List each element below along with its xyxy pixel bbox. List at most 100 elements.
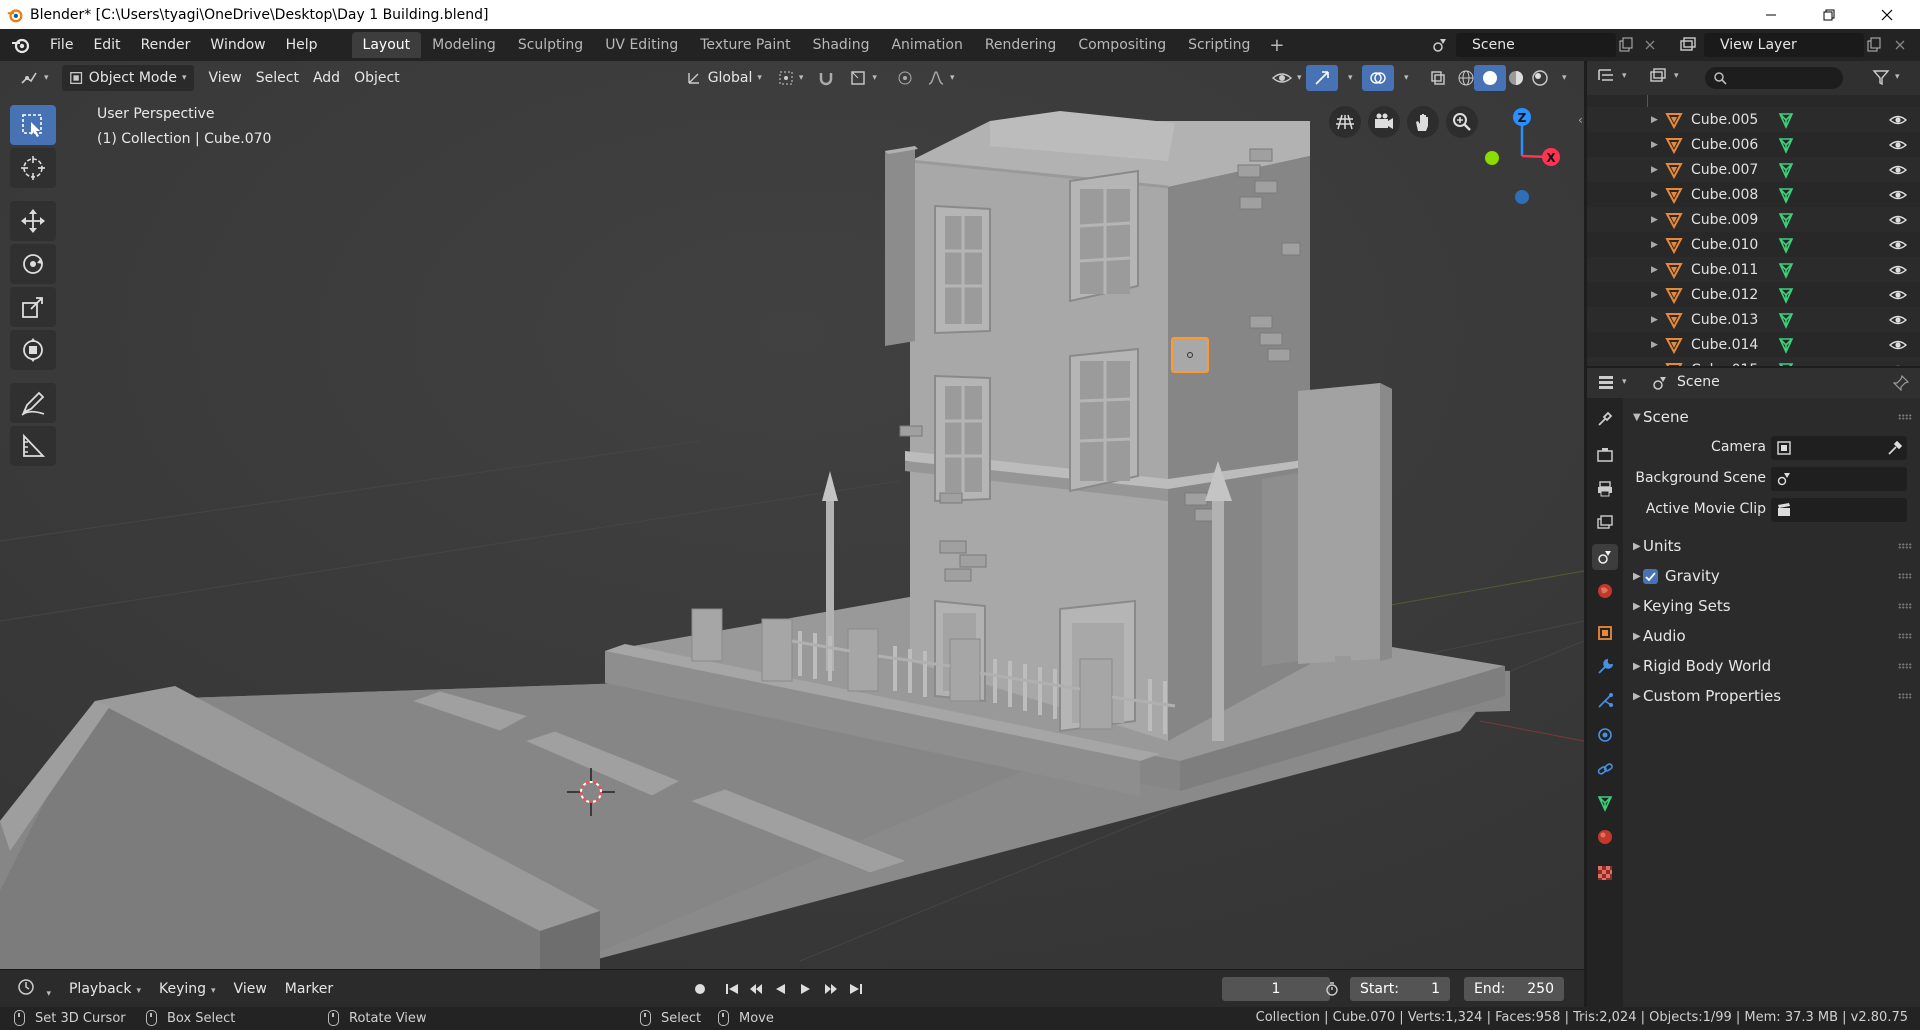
delete-view-layer-button[interactable] <box>1888 33 1912 57</box>
restore-button[interactable] <box>1806 0 1852 29</box>
expand-right-icon[interactable]: ▶ <box>1651 315 1658 325</box>
menu-edit[interactable]: Edit <box>83 33 130 57</box>
3d-viewport[interactable]: Z X ‹ ▾ Object Mode ▾ View Select Add Ob… <box>0 61 1584 969</box>
tool-scale[interactable] <box>10 287 56 327</box>
viewport-menu-add[interactable]: Add <box>306 65 347 91</box>
mesh-data-icon[interactable] <box>1777 236 1795 254</box>
tool-measure[interactable] <box>10 426 56 466</box>
jump-end-button[interactable] <box>845 978 867 1000</box>
eye-icon[interactable] <box>1889 288 1907 302</box>
eye-icon[interactable] <box>1889 113 1907 127</box>
tab-uv-editing[interactable]: UV Editing <box>594 32 689 58</box>
overlays-toggle[interactable] <box>1362 65 1394 91</box>
drag-grip-icon[interactable] <box>1898 573 1912 579</box>
snap-target-dropdown[interactable]: ▾ <box>842 65 884 91</box>
eye-icon[interactable] <box>1889 313 1907 327</box>
outliner-row[interactable]: ▶ Cube.005 <box>1587 107 1920 132</box>
active-movie-clip-field[interactable] <box>1771 498 1907 522</box>
pin-icon[interactable] <box>1893 375 1909 391</box>
timeline-menu-marker[interactable]: Marker <box>276 981 342 997</box>
eye-icon[interactable] <box>1889 138 1907 152</box>
menu-file[interactable]: File <box>40 33 83 57</box>
camera-view-button[interactable] <box>1368 106 1400 138</box>
panel-header[interactable]: ▶ Custom Properties <box>1625 681 1920 711</box>
outliner-row[interactable]: ▶ Cube.011 <box>1587 257 1920 282</box>
mesh-data-icon[interactable] <box>1777 111 1795 129</box>
view-layer-selector[interactable]: View Layer <box>1704 33 1864 57</box>
drag-grip-icon[interactable] <box>1898 603 1912 609</box>
shading-dropdown[interactable]: ▾ <box>1550 65 1574 91</box>
timeline-menu-playback[interactable]: Playback ▾ <box>60 981 150 997</box>
mesh-data-icon[interactable] <box>1777 336 1795 354</box>
expand-right-icon[interactable]: ▶ <box>1651 240 1658 250</box>
eyedropper-icon[interactable] <box>1887 440 1903 456</box>
tab-render[interactable] <box>1592 442 1618 468</box>
mesh-data-icon[interactable] <box>1777 286 1795 304</box>
expand-right-icon[interactable]: ▶ <box>1651 140 1658 150</box>
snap-toggle[interactable] <box>810 65 842 91</box>
eye-icon[interactable] <box>1889 163 1907 177</box>
scene-render[interactable]: Z X ‹ <box>0 61 1584 969</box>
menu-window[interactable]: Window <box>200 33 275 57</box>
outliner-row[interactable]: ▶ Cube.013 <box>1587 307 1920 332</box>
minimize-button[interactable] <box>1748 0 1794 29</box>
panel-header[interactable]: ▶ Keying Sets <box>1625 591 1920 621</box>
tab-texture[interactable] <box>1592 860 1618 886</box>
transform-orientation-dropdown[interactable]: Global ▾ <box>679 65 769 91</box>
panel-checkbox[interactable] <box>1643 568 1658 584</box>
proportional-editing-toggle[interactable] <box>890 65 920 91</box>
eye-icon[interactable] <box>1889 363 1907 367</box>
pan-view-button[interactable] <box>1407 106 1439 138</box>
gizmo-toggle[interactable] <box>1306 65 1338 91</box>
play-reverse-button[interactable] <box>769 978 791 1000</box>
viewport-menu-view[interactable]: View <box>202 65 249 91</box>
jump-start-button[interactable] <box>721 978 743 1000</box>
editor-type-button[interactable]: ▾ <box>12 65 56 91</box>
expand-right-icon[interactable]: ▶ <box>1651 365 1658 367</box>
tab-material[interactable] <box>1592 824 1618 850</box>
viewport-menu-object[interactable]: Object <box>347 65 407 91</box>
expand-right-icon[interactable]: ▶ <box>1651 165 1658 175</box>
eye-icon[interactable] <box>1889 213 1907 227</box>
tool-cursor[interactable] <box>10 148 56 188</box>
tab-physics[interactable] <box>1592 722 1618 748</box>
blender-menu-icon[interactable] <box>10 34 32 56</box>
panel-scene-header[interactable]: ▼ Scene <box>1625 402 1920 432</box>
expand-right-icon[interactable]: ▶ <box>1651 190 1658 200</box>
panel-header[interactable]: ▶ Rigid Body World <box>1625 651 1920 681</box>
timeline-menu-view[interactable]: View <box>225 981 276 997</box>
menu-render[interactable]: Render <box>131 33 201 57</box>
overlays-dropdown[interactable]: ▾ <box>1392 65 1416 91</box>
outliner-row[interactable]: ▶ Cube.012 <box>1587 282 1920 307</box>
auto-keying-button[interactable] <box>689 978 711 1000</box>
delete-scene-button[interactable] <box>1638 33 1662 57</box>
tab-tool[interactable] <box>1592 406 1618 432</box>
tab-world[interactable] <box>1592 578 1618 604</box>
mesh-data-icon[interactable] <box>1777 161 1795 179</box>
eye-icon[interactable] <box>1889 263 1907 277</box>
expand-right-icon[interactable]: ▶ <box>1651 215 1658 225</box>
mesh-data-icon[interactable] <box>1777 361 1795 367</box>
tab-scripting[interactable]: Scripting <box>1177 32 1261 58</box>
tool-transform[interactable] <box>10 330 56 370</box>
tab-sculpting[interactable]: Sculpting <box>507 32 594 58</box>
tab-constraints[interactable] <box>1592 756 1618 782</box>
eye-icon[interactable] <box>1889 188 1907 202</box>
next-keyframe-button[interactable] <box>820 978 842 1000</box>
start-frame-field[interactable]: Start: 1 <box>1350 977 1450 1001</box>
new-scene-button[interactable] <box>1614 33 1638 57</box>
tab-view-layer[interactable] <box>1592 510 1618 536</box>
tab-output[interactable] <box>1592 476 1618 502</box>
tab-modifiers[interactable] <box>1592 654 1618 680</box>
mesh-data-icon[interactable] <box>1777 311 1795 329</box>
drag-grip-icon[interactable] <box>1898 663 1912 669</box>
tab-texture-paint[interactable]: Texture Paint <box>689 32 801 58</box>
outliner-row[interactable]: ▶ Cube.007 <box>1587 157 1920 182</box>
play-button[interactable] <box>795 978 817 1000</box>
end-frame-field[interactable]: End: 250 <box>1464 977 1564 1001</box>
drag-grip-icon[interactable] <box>1898 543 1912 549</box>
eye-icon[interactable] <box>1889 338 1907 352</box>
tab-animation[interactable]: Animation <box>880 32 973 58</box>
tab-rendering[interactable]: Rendering <box>974 32 1068 58</box>
drag-grip-icon[interactable] <box>1898 414 1912 420</box>
